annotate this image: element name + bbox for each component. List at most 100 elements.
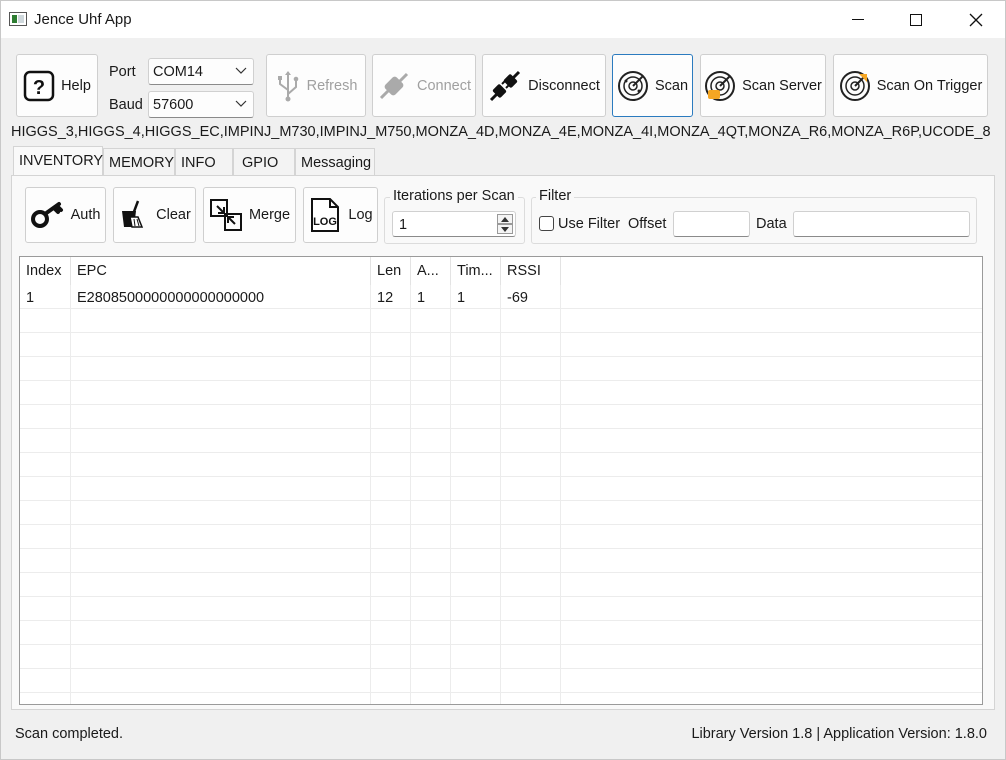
cell-rssi bbox=[501, 381, 561, 405]
cell-times bbox=[451, 693, 501, 704]
tab-messaging[interactable]: Messaging bbox=[295, 148, 375, 175]
auth-button[interactable]: Auth bbox=[25, 187, 106, 243]
chevron-down-icon bbox=[235, 100, 247, 107]
cell-rssi bbox=[501, 549, 561, 573]
column-header-len[interactable]: Len bbox=[371, 257, 411, 285]
merge-button[interactable]: Merge bbox=[203, 187, 296, 243]
cell-len: 12 bbox=[371, 285, 411, 309]
maximize-button[interactable] bbox=[893, 1, 939, 38]
cell-len bbox=[371, 525, 411, 549]
supported-chips-text: HIGGS_3,HIGGS_4,HIGGS_EC,IMPINJ_M730,IMP… bbox=[11, 124, 991, 140]
tab-gpio[interactable]: GPIO bbox=[233, 148, 295, 175]
cell-index bbox=[20, 309, 71, 333]
svg-text:?: ? bbox=[33, 77, 45, 99]
scan-on-trigger-button[interactable]: Scan On Trigger bbox=[833, 54, 988, 117]
scan-on-trigger-label: Scan On Trigger bbox=[876, 77, 983, 94]
cell-len bbox=[371, 309, 411, 333]
table-row[interactable] bbox=[20, 453, 982, 477]
cell-epc bbox=[71, 525, 371, 549]
table-row[interactable] bbox=[20, 429, 982, 453]
cell-times bbox=[451, 621, 501, 645]
table-row[interactable] bbox=[20, 549, 982, 573]
use-filter-checkbox[interactable] bbox=[539, 216, 554, 231]
scan-button[interactable]: Scan bbox=[612, 54, 693, 117]
cell-antenna bbox=[411, 669, 451, 693]
help-icon: ? bbox=[23, 70, 55, 101]
spin-down-button[interactable] bbox=[497, 224, 513, 234]
scan-server-button[interactable]: Scan Server bbox=[700, 54, 826, 117]
inventory-table[interactable]: Index EPC Len A... Tim... RSSI 1 E2808500… bbox=[19, 256, 983, 705]
tab-inventory[interactable]: INVENTORY bbox=[13, 146, 103, 176]
cell-len bbox=[371, 573, 411, 597]
port-value: COM14 bbox=[153, 64, 203, 80]
cell-times bbox=[451, 405, 501, 429]
cell-rssi: -69 bbox=[501, 285, 561, 309]
cell-rssi bbox=[501, 357, 561, 381]
broom-bucket-icon bbox=[122, 200, 144, 228]
log-label: Log bbox=[348, 207, 373, 223]
cell-times bbox=[451, 525, 501, 549]
cell-len bbox=[371, 597, 411, 621]
iterations-spinbox[interactable]: 1 bbox=[392, 211, 516, 237]
minimize-button[interactable] bbox=[835, 1, 881, 38]
cell-len bbox=[371, 453, 411, 477]
baud-select[interactable]: 57600 bbox=[148, 91, 254, 118]
cell-index bbox=[20, 693, 71, 704]
table-row[interactable] bbox=[20, 573, 982, 597]
cell-epc bbox=[71, 453, 371, 477]
cell-len bbox=[371, 381, 411, 405]
column-header-times[interactable]: Tim... bbox=[451, 257, 501, 285]
cell-epc bbox=[71, 621, 371, 645]
table-row[interactable] bbox=[20, 525, 982, 549]
cell-rssi bbox=[501, 501, 561, 525]
cell-antenna bbox=[411, 453, 451, 477]
log-button[interactable]: LOG Log bbox=[303, 187, 378, 243]
table-row[interactable] bbox=[20, 693, 982, 704]
cell-index bbox=[20, 621, 71, 645]
table-row[interactable] bbox=[20, 501, 982, 525]
table-row[interactable] bbox=[20, 381, 982, 405]
refresh-label: Refresh bbox=[306, 77, 358, 94]
data-input[interactable] bbox=[793, 211, 970, 237]
cell-rssi bbox=[501, 477, 561, 501]
window-title: Jence Uhf App bbox=[34, 11, 132, 28]
cell-antenna bbox=[411, 501, 451, 525]
table-row[interactable] bbox=[20, 477, 982, 501]
table-row[interactable] bbox=[20, 309, 982, 333]
table-row[interactable] bbox=[20, 405, 982, 429]
cell-epc bbox=[71, 477, 371, 501]
help-button[interactable]: ? Help bbox=[16, 54, 98, 117]
port-select[interactable]: COM14 bbox=[148, 58, 254, 85]
column-header-antenna[interactable]: A... bbox=[411, 257, 451, 285]
offset-input[interactable] bbox=[673, 211, 750, 237]
column-header-index[interactable]: Index bbox=[20, 257, 71, 285]
cell-times bbox=[451, 381, 501, 405]
plug-connect-icon bbox=[379, 72, 409, 99]
table-row[interactable] bbox=[20, 357, 982, 381]
table-row[interactable]: 1 E2808500000000000000000 12 1 1 -69 bbox=[20, 285, 982, 309]
disconnect-button[interactable]: Disconnect bbox=[482, 54, 606, 117]
table-row[interactable] bbox=[20, 621, 982, 645]
table-row[interactable] bbox=[20, 645, 982, 669]
tab-memory[interactable]: MEMORY bbox=[103, 148, 175, 175]
table-row[interactable] bbox=[20, 597, 982, 621]
tab-info[interactable]: INFO bbox=[175, 148, 233, 175]
key-icon bbox=[30, 202, 63, 228]
close-button[interactable] bbox=[953, 1, 999, 38]
cell-len bbox=[371, 477, 411, 501]
cell-antenna bbox=[411, 309, 451, 333]
cell-rssi bbox=[501, 621, 561, 645]
scan-server-label: Scan Server bbox=[742, 77, 822, 94]
spin-up-button[interactable] bbox=[497, 214, 513, 224]
table-row[interactable] bbox=[20, 333, 982, 357]
refresh-button[interactable]: Refresh bbox=[266, 54, 366, 117]
log-icon-text: LOG bbox=[313, 216, 337, 228]
cell-index bbox=[20, 381, 71, 405]
clear-button[interactable]: Clear bbox=[113, 187, 196, 243]
column-header-epc[interactable]: EPC bbox=[71, 257, 371, 285]
column-header-rssi[interactable]: RSSI bbox=[501, 257, 561, 285]
cell-epc bbox=[71, 693, 371, 704]
connect-button[interactable]: Connect bbox=[372, 54, 476, 117]
iterations-value: 1 bbox=[399, 217, 408, 233]
table-row[interactable] bbox=[20, 669, 982, 693]
